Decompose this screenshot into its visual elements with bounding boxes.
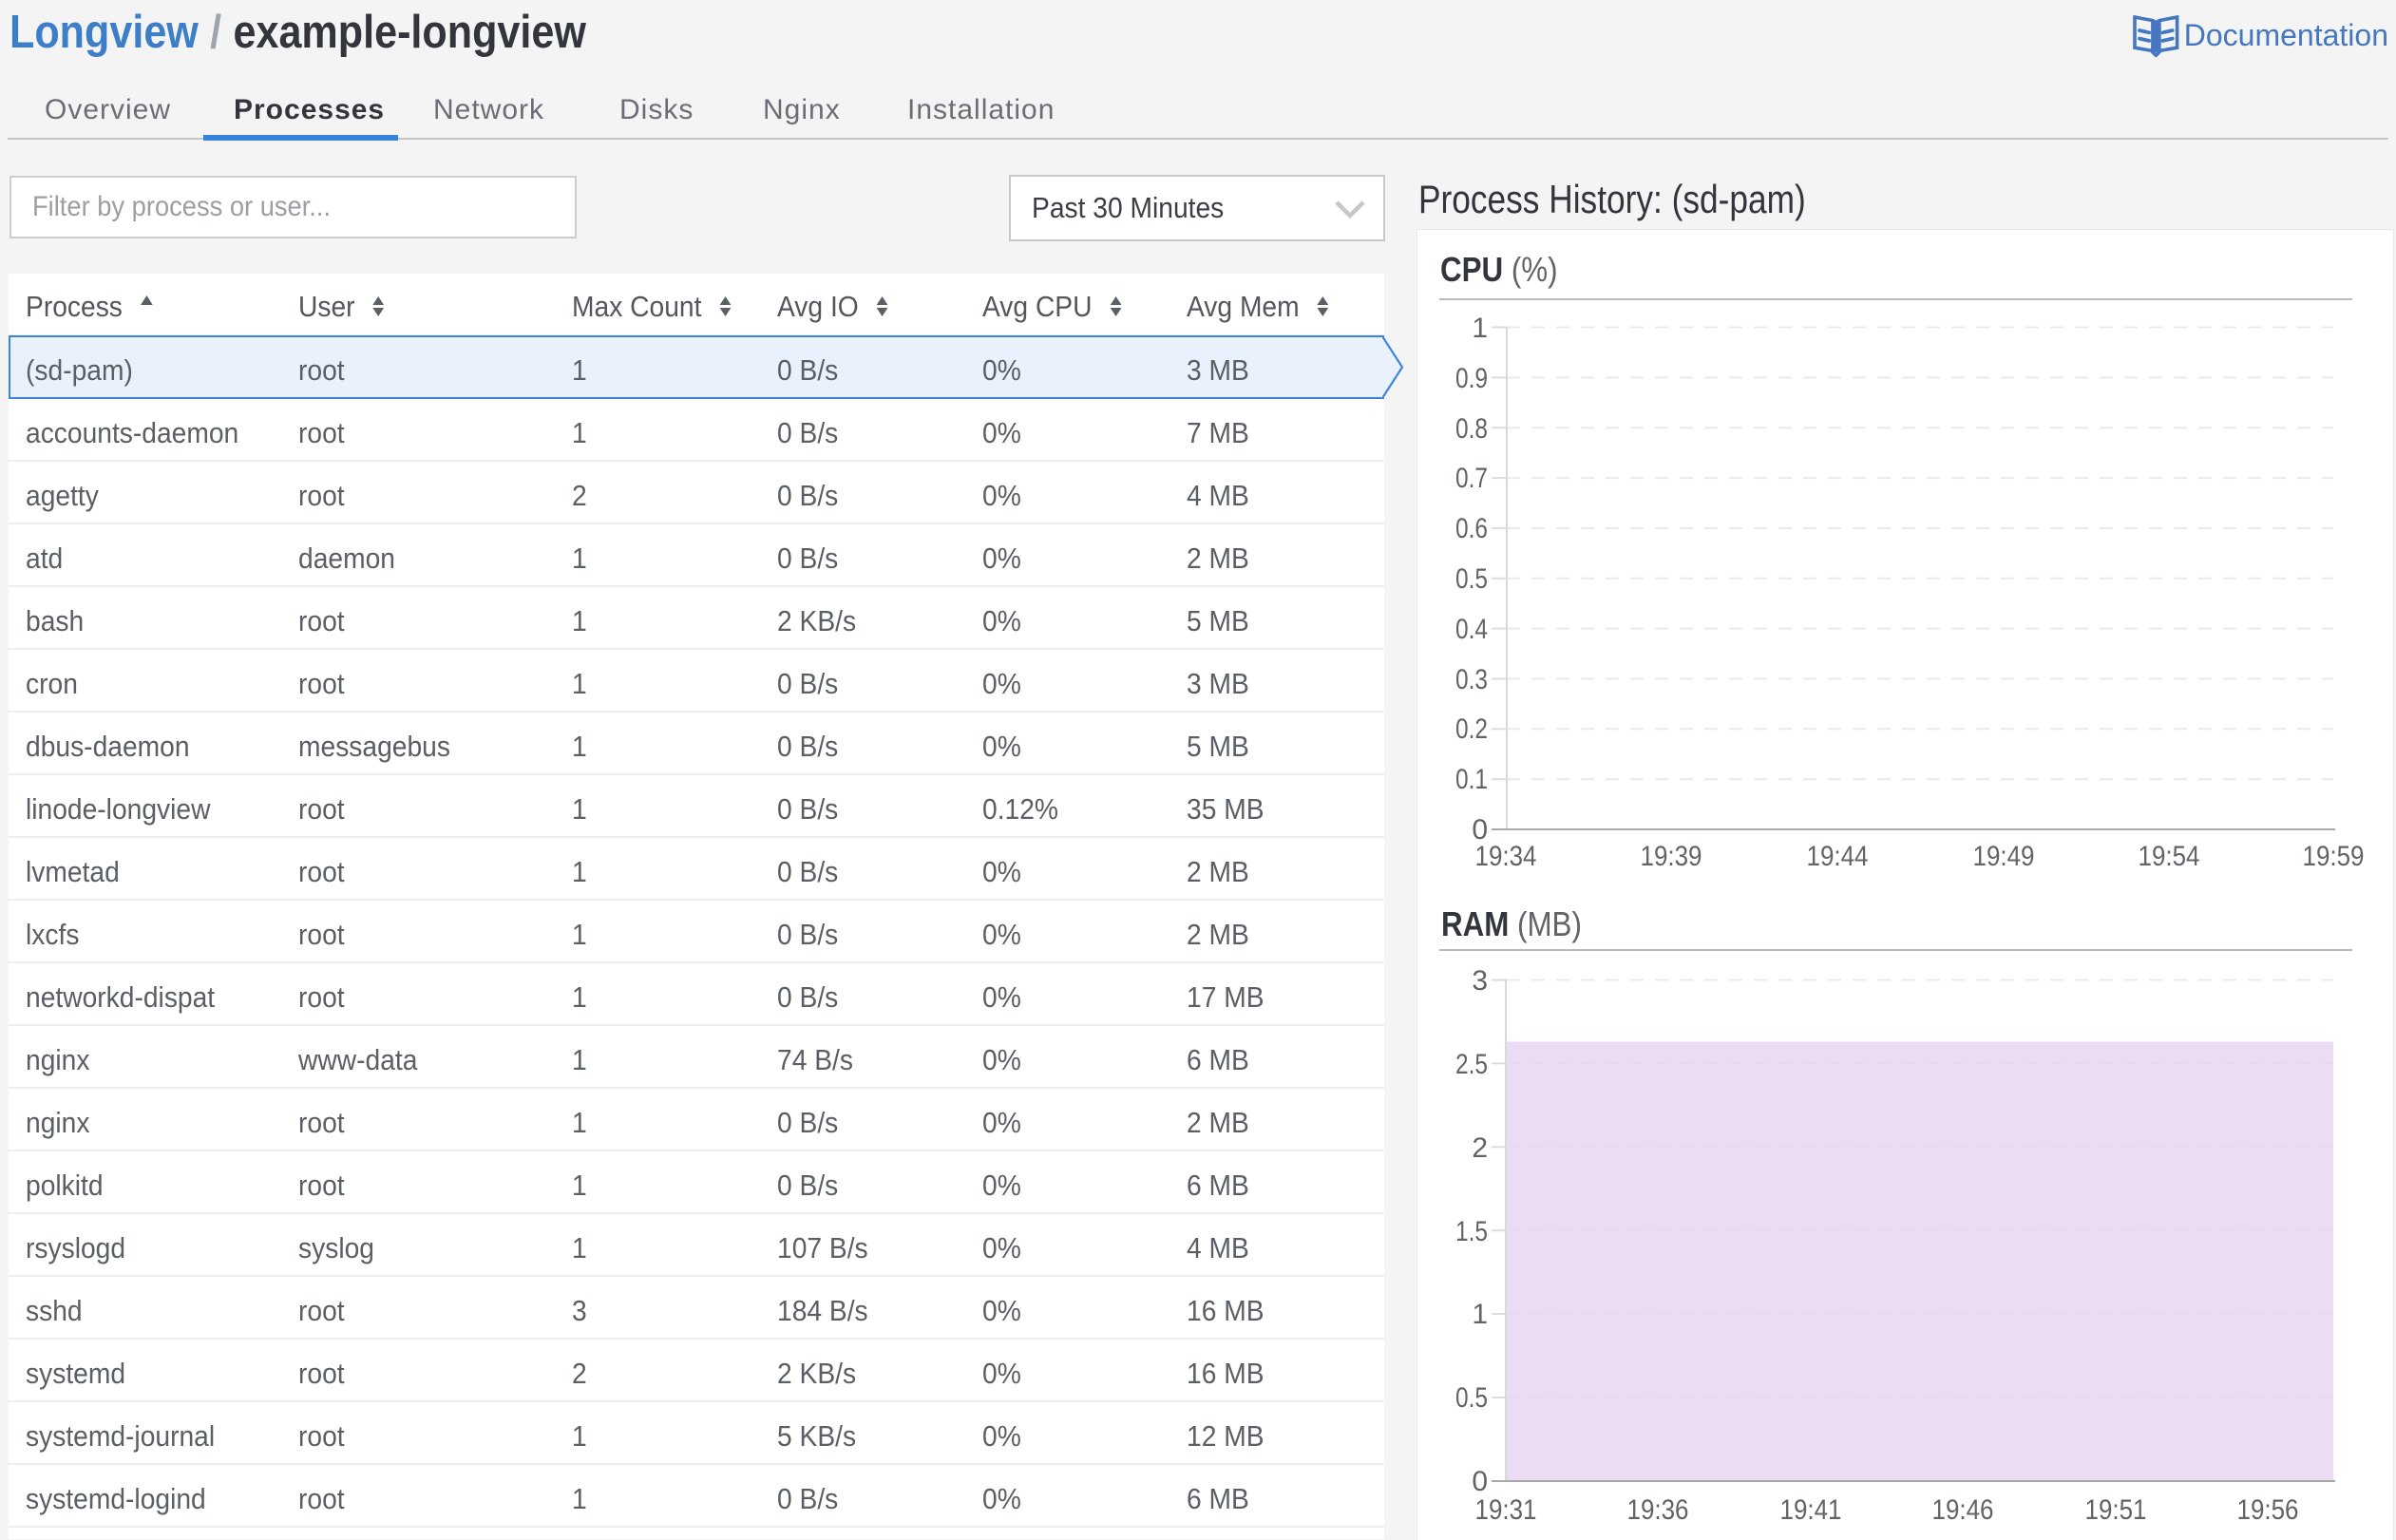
svg-text:19:39: 19:39 (1641, 841, 1702, 872)
svg-text:19:46: 19:46 (1932, 1494, 1994, 1526)
svg-text:19:54: 19:54 (2139, 841, 2200, 872)
svg-text:1.5: 1.5 (1455, 1216, 1488, 1247)
svg-text:2.5: 2.5 (1455, 1049, 1488, 1080)
svg-text:19:59: 19:59 (2303, 841, 2365, 872)
svg-text:19:34: 19:34 (1475, 841, 1537, 872)
svg-text:0.7: 0.7 (1455, 463, 1488, 494)
svg-text:1: 1 (1472, 1299, 1488, 1330)
svg-text:0.3: 0.3 (1455, 664, 1488, 695)
svg-text:19:51: 19:51 (2085, 1494, 2147, 1526)
svg-text:0.2: 0.2 (1455, 713, 1488, 745)
svg-text:1: 1 (1472, 313, 1488, 344)
svg-text:19:56: 19:56 (2237, 1494, 2299, 1526)
svg-text:0.5: 0.5 (1455, 1382, 1488, 1414)
svg-text:0.6: 0.6 (1455, 513, 1488, 544)
svg-text:19:36: 19:36 (1627, 1494, 1689, 1526)
svg-text:19:31: 19:31 (1475, 1494, 1537, 1526)
svg-text:0: 0 (1472, 1466, 1488, 1497)
svg-text:2: 2 (1472, 1132, 1488, 1164)
svg-text:3: 3 (1472, 965, 1488, 997)
svg-text:0.9: 0.9 (1455, 363, 1488, 394)
svg-text:0.1: 0.1 (1455, 764, 1488, 795)
svg-text:19:49: 19:49 (1973, 841, 2035, 872)
svg-text:0.4: 0.4 (1455, 614, 1488, 645)
svg-text:19:41: 19:41 (1780, 1494, 1842, 1526)
svg-text:0.5: 0.5 (1455, 563, 1488, 595)
svg-text:0.8: 0.8 (1455, 413, 1488, 445)
svg-text:19:44: 19:44 (1807, 841, 1869, 872)
